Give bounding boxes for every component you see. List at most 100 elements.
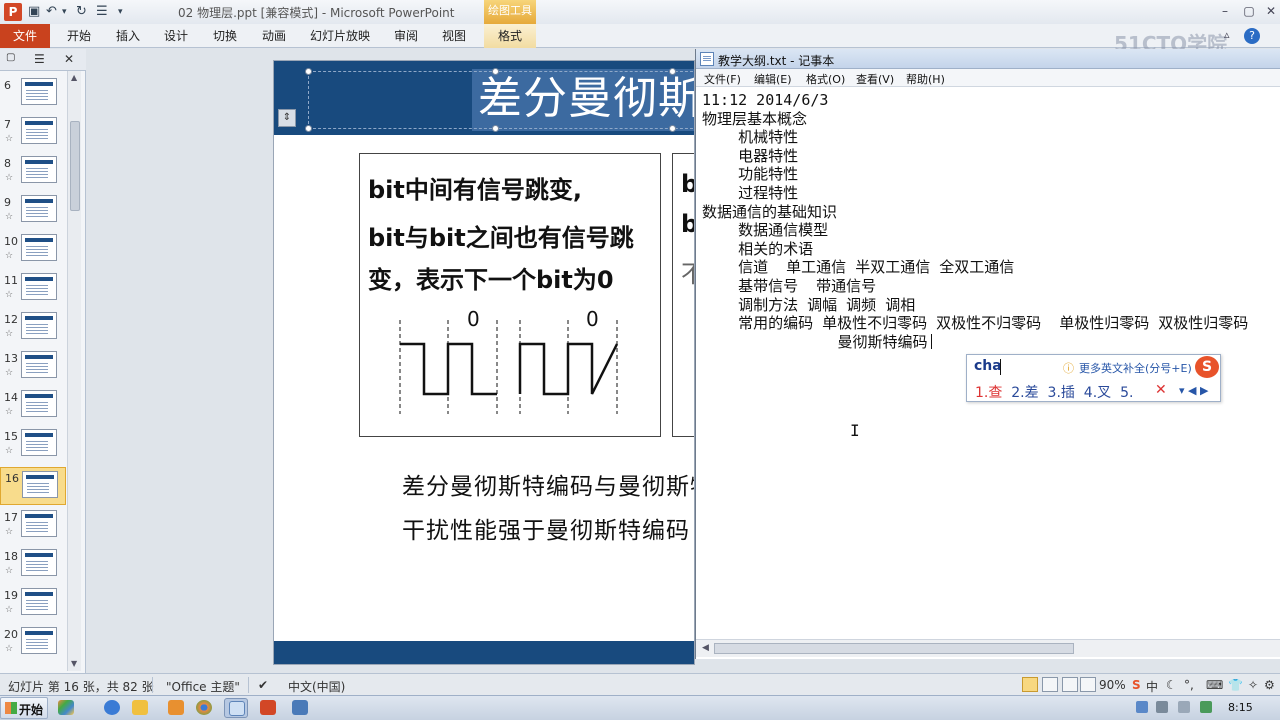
scrollbar-thumb[interactable] [714, 643, 1074, 654]
minimize-icon[interactable]: – [1212, 2, 1238, 20]
notepad-titlebar[interactable]: 教学大纲.txt - 记事本 [696, 49, 1280, 69]
ime-mode-icon[interactable]: 中 [1146, 678, 1158, 695]
spellcheck-icon[interactable]: ✔ [258, 678, 268, 692]
collapse-ribbon-icon[interactable]: ▵ [1224, 28, 1230, 41]
tab-slideshow[interactable]: 幻灯片放映 [302, 24, 378, 48]
tab-transitions[interactable]: 切换 [204, 24, 246, 48]
reading-view-icon[interactable] [1062, 677, 1078, 692]
scroll-left-icon[interactable]: ◀ [702, 643, 709, 653]
settings-icon[interactable]: ⚙ [1264, 678, 1275, 692]
close-icon[interactable]: ✕ [1258, 2, 1280, 20]
menu-help[interactable]: 帮助(H) [906, 71, 945, 87]
tab-format[interactable]: 格式 [484, 24, 536, 48]
resize-handle[interactable] [492, 68, 499, 75]
moon-icon[interactable]: ☾ [1166, 678, 1177, 692]
resize-handle[interactable] [492, 125, 499, 132]
slide-thumbnail[interactable]: 14 ☆ [0, 387, 66, 425]
notepad-taskbar-icon[interactable] [224, 698, 248, 718]
help-icon[interactable]: ? [1244, 28, 1260, 44]
resize-handle[interactable] [305, 68, 312, 75]
scroll-down-icon[interactable]: ▼ [71, 659, 77, 668]
tab-insert[interactable]: 插入 [108, 24, 148, 48]
punctuation-icon[interactable]: °, [1184, 678, 1194, 692]
customize-qat-icon[interactable]: ▾ [118, 4, 123, 20]
ime-hint[interactable]: 更多英文补全(分号+E) [1079, 360, 1192, 376]
ie-icon[interactable] [100, 698, 124, 718]
slideshow-view-icon[interactable] [1080, 677, 1096, 692]
menu-view[interactable]: 查看(V) [856, 71, 894, 87]
apps-icon[interactable] [54, 698, 78, 718]
tab-animations[interactable]: 动画 [254, 24, 294, 48]
slide-thumbnail[interactable]: 18 ☆ [0, 546, 66, 584]
slide-thumbnail[interactable]: 7 ☆ [0, 114, 66, 152]
slide-counter: 幻灯片 第 16 张，共 82 张 [8, 680, 154, 694]
notepad-text-area[interactable]: 11:12 2014/6/3 物理层基本概念 机械特性 电器特性 功能特性 过程特… [702, 91, 1277, 351]
resize-handle[interactable] [669, 68, 676, 75]
ime-candidate[interactable]: 3.插 [1048, 385, 1075, 401]
ime-candidate[interactable]: 1.查 [975, 385, 1002, 401]
remote-icon[interactable] [288, 698, 312, 718]
folder-icon[interactable] [128, 698, 152, 718]
tray-volume-icon[interactable] [1156, 701, 1168, 713]
outline-view-icon[interactable]: ☰ [34, 52, 45, 66]
scroll-up-icon[interactable]: ▲ [71, 73, 77, 82]
slide-thumbnail[interactable]: 12 ☆ [0, 309, 66, 347]
tools-icon[interactable]: ✧ [1248, 678, 1258, 692]
tab-design[interactable]: 设计 [156, 24, 196, 48]
normal-view-icon[interactable] [1022, 677, 1038, 692]
user-icon[interactable]: 👕 [1228, 678, 1243, 692]
slide-thumbnail[interactable]: 15 ☆ [0, 426, 66, 464]
undo-icon[interactable]: ↶ [46, 4, 57, 20]
slide-thumbnail[interactable]: 19 ☆ [0, 585, 66, 623]
media-icon[interactable] [164, 698, 188, 718]
zoom-level[interactable]: 90% [1099, 678, 1126, 692]
ime-candidate[interactable]: 2.差 [1011, 385, 1038, 401]
resize-handle[interactable] [669, 125, 676, 132]
resize-handle[interactable] [305, 125, 312, 132]
language-indicator[interactable]: 中文(中国) [288, 678, 345, 695]
tray-security-icon[interactable] [1200, 701, 1212, 713]
slide-thumbnail[interactable]: 10 ☆ [0, 231, 66, 269]
slide-thumbnail[interactable]: 9 ☆ [0, 192, 66, 230]
slide-thumbnail[interactable]: 17 ☆ [0, 507, 66, 545]
undo-dropdown-icon[interactable]: ▾ [62, 4, 67, 20]
start-button[interactable]: 开始 [0, 697, 48, 719]
slides-view-icon[interactable]: ▢ [6, 52, 15, 63]
powerpoint-taskbar-icon[interactable] [256, 698, 280, 718]
menu-format[interactable]: 格式(O) [806, 71, 845, 87]
slide-thumbnail[interactable]: 20 ☆ [0, 624, 66, 662]
keyboard-icon[interactable]: ⌨ [1206, 678, 1223, 692]
ime-candidate[interactable]: 5. [1120, 385, 1133, 401]
tab-file[interactable]: 文件 [0, 24, 50, 48]
menu-edit[interactable]: 编辑(E) [754, 71, 792, 87]
close-panel-icon[interactable]: ✕ [64, 52, 74, 66]
powerpoint-logo-icon[interactable]: P [4, 3, 22, 21]
ime-candidate[interactable]: 4.叉 [1084, 385, 1111, 401]
ime-page-nav-icon[interactable]: ▾ ◀ ▶ [1179, 384, 1208, 397]
encoding-card-1[interactable]: bit中间有信号跳变, bit与bit之间也有信号跳 变，表示下一个bit为0 … [359, 153, 661, 437]
encoding-card-2[interactable]: b b 不 [672, 153, 694, 437]
redo-icon[interactable]: ↻ [76, 4, 87, 20]
save-icon[interactable]: ▣ [28, 4, 40, 20]
tab-home[interactable]: 开始 [58, 24, 100, 48]
chrome-icon[interactable] [192, 698, 216, 718]
ime-toolbar-logo-icon[interactable]: S [1132, 678, 1141, 692]
menu-file[interactable]: 文件(F) [704, 71, 741, 87]
notepad-horizontal-scrollbar[interactable]: ◀ [696, 639, 1280, 657]
slide-sorter-view-icon[interactable] [1042, 677, 1058, 692]
slide-thumbnail[interactable]: 13 ☆ [0, 348, 66, 386]
slide-thumbnail[interactable]: 6 [0, 75, 66, 113]
list-icon[interactable]: ☰ [96, 4, 108, 20]
tab-review[interactable]: 审阅 [386, 24, 426, 48]
slide-thumbnail-active[interactable]: 16 [0, 467, 66, 505]
slide-thumbnail[interactable]: 11 ☆ [0, 270, 66, 308]
tab-view[interactable]: 视图 [434, 24, 474, 48]
tray-flag-icon[interactable] [1178, 701, 1190, 713]
layout-options-icon[interactable]: ⇕ [278, 109, 296, 127]
slide-thumbnail[interactable]: 8 ☆ [0, 153, 66, 191]
scrollbar-thumb[interactable] [70, 121, 80, 211]
delete-candidate-icon[interactable]: ✕ [1155, 382, 1167, 398]
slide-canvas[interactable]: 差分曼彻斯特编码 ⇕ bit中间有信号跳变, bit与bit之间也有信号跳 变，… [273, 60, 695, 665]
thumbnail-scrollbar[interactable]: ▲ ▼ [67, 71, 81, 671]
tray-network-icon[interactable] [1136, 701, 1148, 713]
